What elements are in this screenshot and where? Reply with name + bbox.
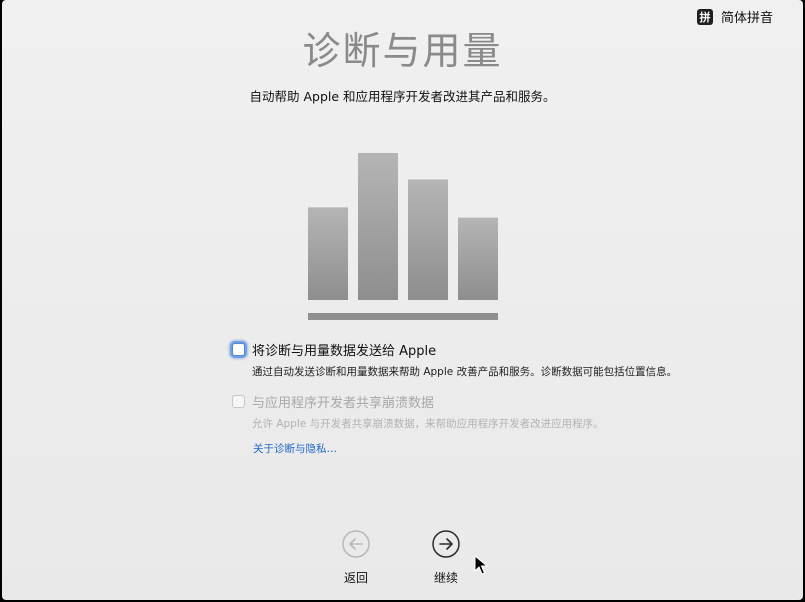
back-button: 返回 [326,530,386,586]
chart-bar [458,217,498,300]
continue-button[interactable]: 继续 [416,530,476,586]
share-crash-data-option: 与应用程序开发者共享崩溃数据 [232,392,434,411]
back-arrow-icon [342,530,370,558]
share-crash-data-checkbox [232,395,245,408]
share-crash-data-label: 与应用程序开发者共享崩溃数据 [252,396,435,411]
send-diagnostics-option[interactable]: 将诊断与用量数据发送给 Apple [232,340,436,359]
page-title: 诊断与用量 [302,29,503,73]
setup-assistant-screen: 拼 简体拼音 诊断与用量 自动帮助 Apple 和应用程序开发者改进其产品和服务… [2,0,803,600]
send-diagnostics-label: 将诊断与用量数据发送给 Apple [252,344,437,359]
page-subtitle: 自动帮助 Apple 和应用程序开发者改进其产品和服务。 [249,89,556,104]
continue-label: 继续 [433,571,458,585]
chart-bar [358,153,398,300]
chart-baseline [308,313,498,320]
send-diagnostics-checkbox[interactable] [232,343,245,356]
send-diagnostics-description: 通过自动发送诊断和用量数据来帮助 Apple 改善产品和服务。诊断数据可能包括位… [252,366,678,378]
mouse-pointer-icon [474,555,488,575]
bar-chart-icon [308,153,498,320]
share-crash-data-description: 允许 Apple 与开发者共享崩溃数据，来帮助应用程序开发者改进应用程序。 [252,418,604,430]
about-diagnostics-privacy-link[interactable]: 关于诊断与隐私… [253,441,337,456]
forward-arrow-icon [432,530,460,558]
chart-bar [408,179,448,300]
back-label: 返回 [343,571,368,585]
chart-bar [308,207,348,300]
